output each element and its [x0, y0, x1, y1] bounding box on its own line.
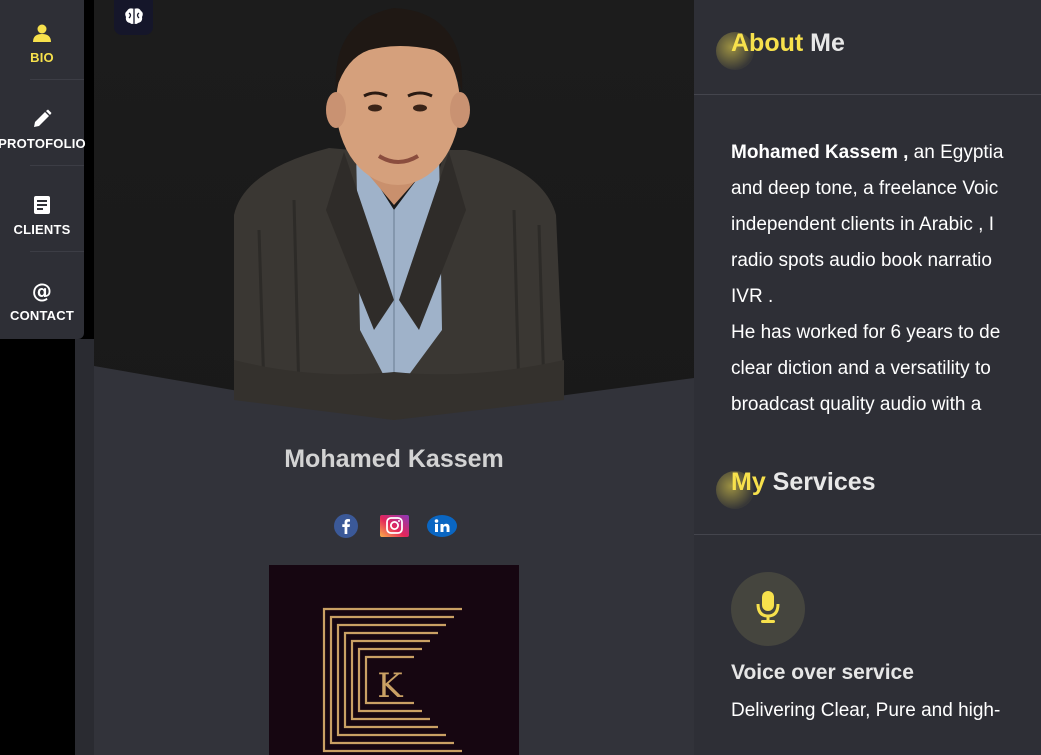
instagram-icon — [379, 515, 409, 541]
facebook-link[interactable] — [331, 513, 361, 543]
page-edge — [75, 339, 94, 755]
about-line-text: IVR . — [731, 286, 774, 307]
profile-photo — [94, 0, 694, 430]
about-line-text: clear diction and a versatility to — [731, 358, 991, 379]
about-line-text: He has worked for 6 years to de — [731, 322, 1001, 343]
social-links — [94, 513, 694, 543]
logo-letter: K — [377, 666, 403, 706]
about-panel: About Me Mohamed Kassem , an Egyptia and… — [694, 0, 1041, 755]
about-line-text: radio spots audio book narratio — [731, 250, 992, 271]
section-divider — [694, 534, 1041, 535]
about-line: Mohamed Kassem , an Egyptia — [731, 135, 1041, 171]
profile-name: Mohamed Kassem — [284, 445, 504, 473]
brand-logo: K — [269, 565, 519, 755]
service-title: Voice over service — [731, 661, 914, 684]
linkedin-icon — [427, 515, 457, 541]
linkedin-link[interactable] — [427, 513, 457, 543]
about-line: and deep tone, a freelance Voic — [731, 171, 1041, 207]
about-paragraph: Mohamed Kassem , an Egyptia and deep ton… — [731, 135, 1041, 423]
brain-icon — [124, 7, 144, 29]
menu-item-label: CONTACT — [10, 307, 74, 323]
pencil-icon — [31, 108, 53, 130]
menu-item-label: BIO — [30, 49, 54, 65]
services-title: My Services — [731, 468, 876, 497]
about-line-text: independent clients in Arabic , I — [731, 214, 995, 235]
service-icon-circle — [731, 572, 805, 646]
menu-divider — [30, 251, 84, 252]
menu-item-portfolio[interactable]: PROTOFOLIO — [0, 86, 86, 172]
profile-card: Mohamed Kassem K — [94, 0, 694, 755]
menu-item-clients[interactable]: CLIENTS — [0, 172, 84, 258]
menu-item-label: PROTOFOLIO — [0, 135, 86, 151]
menu-divider — [30, 79, 84, 80]
about-line: He has worked for 6 years to de — [731, 315, 1041, 351]
about-line: broadcast quality audio with a — [731, 387, 1041, 423]
about-title-highlight: About — [731, 29, 804, 57]
user-icon — [31, 22, 53, 44]
svg-text:@: @ — [32, 280, 52, 302]
about-line: IVR . — [731, 279, 1041, 315]
about-line-bold: Mohamed Kassem , — [731, 142, 909, 163]
about-line-text: and deep tone, a freelance Voic — [731, 178, 999, 199]
services-title-highlight: My — [731, 468, 766, 496]
service-description: Delivering Clear, Pure and high- — [731, 700, 1001, 721]
about-line: radio spots audio book narratio — [731, 243, 1041, 279]
menu-divider — [30, 165, 84, 166]
microphone-icon — [755, 590, 781, 628]
at-icon: @ — [31, 280, 53, 302]
document-icon — [31, 194, 53, 216]
section-divider — [694, 94, 1041, 95]
brain-button[interactable] — [114, 0, 153, 35]
instagram-link[interactable] — [379, 513, 409, 543]
about-title-rest: Me — [803, 29, 845, 57]
about-title: About Me — [731, 29, 845, 58]
menu-item-bio[interactable]: BIO — [0, 0, 84, 86]
side-menu: BIO PROTOFOLIO CLIENTS @ CONTACT — [0, 0, 86, 339]
about-line: independent clients in Arabic , I — [731, 207, 1041, 243]
menu-item-label: CLIENTS — [13, 221, 71, 237]
menu-item-contact[interactable]: @ CONTACT — [0, 258, 84, 344]
facebook-icon — [334, 514, 358, 542]
services-title-rest: Services — [765, 468, 876, 496]
about-line-text: broadcast quality audio with a — [731, 394, 982, 415]
about-line-text: an Egyptia — [908, 142, 1004, 163]
about-line: clear diction and a versatility to — [731, 351, 1041, 387]
